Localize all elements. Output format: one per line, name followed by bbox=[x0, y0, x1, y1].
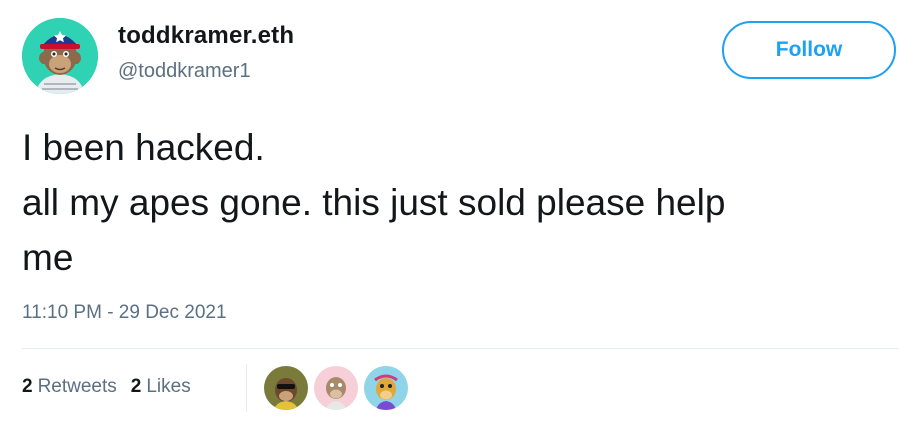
user-handle[interactable]: @toddkramer1 bbox=[118, 60, 251, 83]
tweet-timestamp[interactable]: 11:10 PM - 29 Dec 2021 bbox=[22, 302, 227, 324]
tweet-text-line: me bbox=[22, 237, 74, 278]
retweets-count: 2 bbox=[22, 376, 33, 397]
liker-avatars bbox=[264, 366, 414, 410]
likes-stat[interactable]: 2 Likes bbox=[131, 376, 191, 398]
ape-avatar-pink-icon[interactable] bbox=[314, 366, 358, 410]
retweets-stat[interactable]: 2 Retweets bbox=[22, 376, 117, 398]
ape-avatar-blue-icon[interactable] bbox=[364, 366, 408, 410]
ape-avatar-olive-icon[interactable] bbox=[264, 366, 308, 410]
divider bbox=[22, 348, 899, 349]
tweet-text: I been hacked. all my apes gone. this ju… bbox=[22, 120, 902, 285]
retweets-label: Retweets bbox=[37, 376, 117, 397]
follow-button[interactable]: Follow bbox=[722, 21, 896, 79]
likes-count: 2 bbox=[130, 376, 142, 397]
stats-separator bbox=[246, 364, 247, 412]
engagement-stats: 2 Retweets 2 Likes bbox=[22, 376, 191, 398]
ape-avatar-icon[interactable] bbox=[22, 18, 98, 94]
tweet-card: toddkramer.eth @toddkramer1 Follow I bee… bbox=[0, 0, 913, 432]
likes-label: Likes bbox=[146, 376, 191, 397]
tweet-text-line: I been hacked. bbox=[22, 127, 265, 168]
display-name[interactable]: toddkramer.eth bbox=[118, 22, 294, 50]
tweet-text-line: all my apes gone. this just sold please … bbox=[22, 182, 726, 223]
